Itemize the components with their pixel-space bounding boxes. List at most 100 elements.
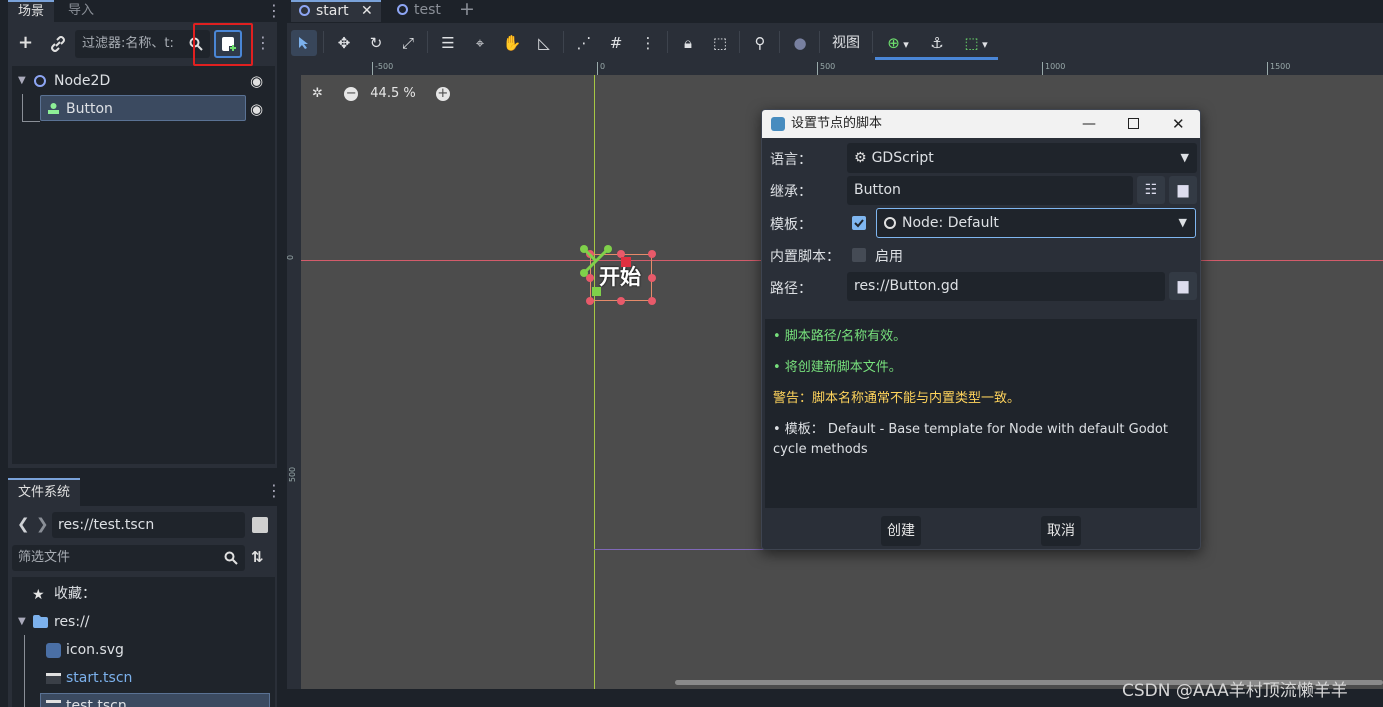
resize-handle[interactable] — [648, 297, 656, 305]
visibility-eye-icon[interactable]: ◉ — [250, 72, 263, 90]
file-item[interactable]: start.tscn — [66, 665, 132, 691]
file-filter-input[interactable]: 筛选文件 — [12, 545, 245, 571]
scene-file-icon — [46, 700, 61, 707]
add-node-icon[interactable]: + — [18, 32, 33, 53]
top-ruler: -500 0 500 1000 1500 — [287, 61, 1383, 75]
back-arrow-icon[interactable]: ❮ — [17, 515, 30, 533]
anchor-gizmo-icon[interactable] — [579, 244, 613, 278]
ruler-tool-button[interactable]: ◺ — [531, 30, 557, 56]
resize-handle[interactable] — [617, 297, 625, 305]
container-sizing-button[interactable]: ⬚ ▾ — [956, 30, 996, 56]
smart-snap-button[interactable]: ⋰ — [571, 30, 597, 56]
camera-override-button[interactable]: ● — [787, 30, 813, 56]
class-tree-button[interactable]: ☷ — [1137, 176, 1165, 204]
filesystem-path-input[interactable]: res://test.tscn — [52, 512, 245, 538]
language-select[interactable]: ⚙ GDScript ▼ — [847, 143, 1197, 173]
ruler-label: 500 — [817, 62, 835, 75]
node2d-icon — [34, 75, 46, 87]
close-icon[interactable]: ✕ — [1172, 110, 1185, 138]
collapse-arrow-icon[interactable]: ▼ — [18, 75, 26, 86]
bone-icon: ⚲ — [754, 34, 766, 52]
maximize-icon[interactable] — [1128, 118, 1139, 129]
inherits-input[interactable]: Button — [847, 176, 1133, 205]
pointer-icon — [299, 37, 308, 49]
rotate-tool-button[interactable]: ↻ — [363, 30, 389, 56]
favorites-label: 收藏： — [54, 586, 96, 602]
zoom-level[interactable]: 44.5 % — [370, 86, 415, 101]
select-tool-button[interactable] — [291, 30, 317, 56]
grid-snap-button[interactable]: # — [603, 30, 629, 56]
tab-scene[interactable]: 场景 — [8, 0, 55, 22]
add-tab-icon[interactable]: + — [459, 0, 475, 20]
path-input[interactable]: res://Button.gd — [847, 272, 1165, 301]
tree-item-button[interactable]: Button — [40, 95, 246, 121]
pivot-tool-button[interactable]: ⌖ — [467, 30, 493, 56]
tab-filesystem[interactable]: 文件系统 — [8, 478, 81, 506]
pivot-handle[interactable] — [592, 287, 601, 296]
tree-item-node2d[interactable]: Node2D — [54, 68, 204, 94]
scale-tool-button[interactable]: ⤢ — [395, 30, 421, 56]
add-node-menu-button[interactable]: ⊕ ▾ — [878, 30, 918, 56]
template-checkbox[interactable] — [852, 216, 866, 230]
forward-arrow-icon[interactable]: ❯ — [36, 515, 49, 533]
ruler-label: -500 — [372, 62, 393, 75]
scene-tab-start[interactable]: start ✕ — [291, 0, 381, 22]
file-item-selected[interactable]: test.tscn — [40, 693, 270, 707]
view-menu-button[interactable]: 视图 — [826, 30, 866, 56]
group-button[interactable]: ⬚ — [707, 30, 733, 56]
button-node-icon — [48, 103, 59, 114]
sort-icon[interactable]: ⇅ — [251, 548, 264, 566]
zoom-out-icon[interactable]: − — [344, 87, 359, 101]
scene-dock-tabs: 场景 导入 ⋮ — [0, 0, 282, 22]
browse-path-button[interactable]: ▆ — [1169, 272, 1197, 300]
file-item[interactable]: icon.svg — [66, 637, 124, 663]
list-select-button[interactable]: ☰ — [435, 30, 461, 56]
status-message: • 将创建新脚本文件。 — [773, 360, 902, 375]
ruler-label: 0 — [597, 62, 605, 75]
visibility-eye-icon[interactable]: ◉ — [250, 100, 263, 118]
split-view-icon[interactable] — [252, 517, 268, 533]
tree-item-label: Button — [66, 101, 113, 117]
builtin-checkbox[interactable] — [852, 248, 866, 262]
anchor-handle[interactable] — [621, 257, 631, 267]
active-group-underline — [875, 57, 998, 60]
filesystem-menu-icon[interactable]: ⋮ — [266, 483, 282, 499]
scene-tab-test[interactable]: test — [389, 0, 459, 22]
move-tool-button[interactable]: ✥ — [331, 30, 357, 56]
minimize-icon[interactable]: — — [1082, 110, 1096, 138]
ruler-icon: ◺ — [538, 34, 550, 52]
bone-button[interactable]: ⚲ — [747, 30, 773, 56]
kebab-icon: ⋮ — [640, 34, 656, 52]
resize-handle[interactable] — [648, 274, 656, 282]
anchor-button[interactable]: ⚓︎ — [924, 30, 950, 56]
search-icon — [224, 551, 238, 565]
list-select-icon: ☰ — [441, 34, 455, 52]
create-button[interactable]: 创建 — [881, 516, 921, 546]
collapse-arrow-icon[interactable]: ▼ — [18, 616, 26, 627]
ruler-label: 1500 — [1267, 62, 1290, 75]
star-icon: ★ — [32, 587, 45, 603]
close-icon[interactable]: ✕ — [361, 2, 373, 20]
tab-import[interactable]: 导入 — [58, 0, 104, 22]
link-icon[interactable] — [50, 36, 66, 52]
attach-script-button[interactable] — [214, 30, 242, 58]
dock-menu-icon[interactable]: ⋮ — [266, 3, 282, 19]
group-icon: ⬚ — [712, 34, 728, 52]
template-select[interactable]: Node: Default ▼ — [876, 208, 1196, 238]
resize-handle[interactable] — [648, 250, 656, 258]
tree-list-icon: ☷ — [1144, 182, 1158, 198]
lock-button[interactable]: 🔒︎ — [675, 30, 701, 56]
plus-circle-icon: ⊕ — [887, 34, 900, 52]
cancel-button[interactable]: 取消 — [1041, 516, 1081, 546]
resize-handle[interactable] — [586, 297, 594, 305]
center-view-icon[interactable]: ✲ — [312, 84, 330, 104]
zoom-in-icon[interactable]: + — [435, 87, 450, 101]
scene-more-icon[interactable]: ⋮ — [255, 35, 271, 51]
scale-icon: ⤢ — [401, 34, 414, 52]
folder-res-root[interactable]: res:// — [54, 609, 90, 635]
gamepad-icon: ● — [793, 34, 807, 52]
snap-options-button[interactable]: ⋮ — [635, 30, 661, 56]
browse-inherits-button[interactable]: ▆ — [1169, 176, 1197, 204]
pan-tool-button[interactable]: ✋ — [499, 30, 525, 56]
dialog-title-bar[interactable]: 设置节点的脚本 — ✕ — [762, 110, 1200, 138]
